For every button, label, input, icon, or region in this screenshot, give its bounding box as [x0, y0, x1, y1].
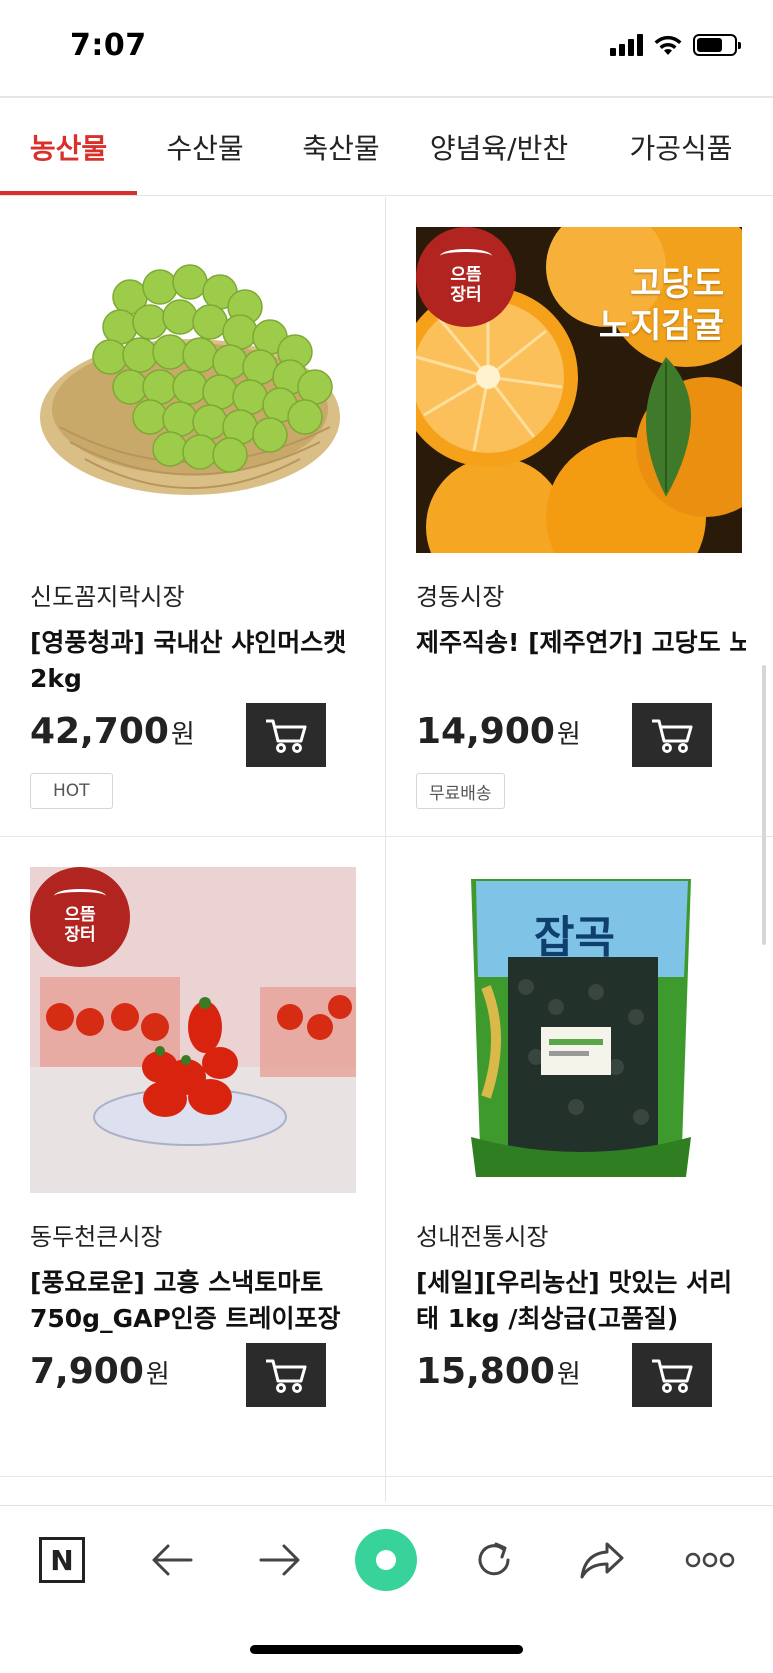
- badge-lettering: 장터: [64, 925, 96, 945]
- back-button[interactable]: [138, 1526, 206, 1594]
- product-image[interactable]: [30, 227, 356, 553]
- cart-icon: [266, 719, 307, 753]
- more-icon: [685, 1552, 735, 1568]
- cart-icon: [266, 1359, 307, 1393]
- badge-lettering: 으뜸: [64, 905, 96, 925]
- image-caption-line: 노지감귤: [598, 306, 724, 346]
- cart-icon: [652, 719, 693, 753]
- product-tag: HOT: [30, 773, 113, 809]
- price-value: 14,900: [416, 711, 555, 752]
- add-to-cart-button[interactable]: [632, 1343, 712, 1407]
- product-image[interactable]: 잡곡: [416, 867, 742, 1193]
- share-button[interactable]: [568, 1526, 636, 1594]
- bag-label-text: 잡곡: [534, 912, 615, 963]
- browser-toolbar: N: [0, 1505, 773, 1613]
- status-time: 7:07: [70, 28, 147, 63]
- status-bar: 7:07: [0, 0, 773, 96]
- category-tabs: 농산물 수산물 축산물 양념육/반찬 가공식품: [0, 98, 773, 196]
- scrollbar[interactable]: [762, 665, 766, 945]
- product-card[interactable]: 으뜸 장터 고당도 노지감귤 경동시장 제주직송! [제주연가] 고당도 노지감…: [386, 197, 772, 837]
- green-dot-icon: [355, 1529, 417, 1591]
- add-to-cart-button[interactable]: [632, 703, 712, 767]
- product-title[interactable]: 제주직송! [제주연가] 고당도 노지감귤 5kg/50과내외/대과: [416, 625, 746, 697]
- naver-logo-icon: N: [39, 1537, 85, 1583]
- grapes-basket-icon: [30, 227, 356, 553]
- reload-icon: [478, 1542, 510, 1576]
- currency-unit: 원: [556, 720, 581, 750]
- battery-icon: [693, 34, 741, 56]
- image-caption-line: 고당도: [630, 264, 724, 304]
- product-price: 14,900원: [416, 711, 581, 752]
- product-title[interactable]: [풍요로운] 고흥 스낵토마토 750g_GAP인증 트레이포장: [30, 1265, 360, 1337]
- market-name: 동두천큰시장: [30, 1223, 163, 1251]
- product-card[interactable]: 신도꼼지락시장 [영풍청과] 국내산 샤인머스캣 2kg 42,700원 HOT: [0, 197, 386, 837]
- green-dot-button[interactable]: [352, 1526, 420, 1594]
- product-price: 7,900원: [30, 1351, 170, 1392]
- cart-icon: [652, 1359, 693, 1393]
- add-to-cart-button[interactable]: [246, 703, 326, 767]
- badge-lettering: 장터: [450, 285, 482, 305]
- add-to-cart-button[interactable]: [246, 1343, 326, 1407]
- product-image[interactable]: 으뜸 장터: [30, 867, 356, 1193]
- roof-icon: [54, 889, 106, 903]
- price-value: 15,800: [416, 1351, 555, 1392]
- tab-seafood[interactable]: 수산물: [137, 98, 273, 196]
- product-card[interactable]: 잡곡 성내전통시장 [세일][우리농산] 맛있는 서리태 1kg /최상급(고품…: [386, 837, 772, 1477]
- tab-livestock[interactable]: 축산물: [273, 98, 409, 196]
- brand-badge: 으뜸 장터: [30, 867, 130, 967]
- product-tag: 무료배송: [416, 773, 505, 809]
- product-price: 15,800원: [416, 1351, 581, 1392]
- naver-home-button[interactable]: N: [28, 1526, 96, 1594]
- tab-agricultural[interactable]: 농산물: [0, 98, 137, 196]
- market-name: 신도꼼지락시장: [30, 583, 185, 611]
- status-icons: [610, 34, 741, 56]
- currency-unit: 원: [170, 720, 195, 750]
- product-card[interactable]: 으뜸 장터 동두천큰시장 [풍요로운] 고흥 스낵토마토 750g_GAP인증 …: [0, 837, 386, 1477]
- back-arrow-icon: [152, 1544, 193, 1576]
- tab-processed-food[interactable]: 가공식품: [589, 98, 773, 196]
- forward-arrow-icon: [259, 1544, 300, 1576]
- currency-unit: 원: [556, 1360, 581, 1390]
- more-button[interactable]: [676, 1526, 744, 1594]
- share-icon: [580, 1542, 624, 1579]
- product-title[interactable]: [영풍청과] 국내산 샤인머스캣 2kg: [30, 625, 360, 697]
- forward-button[interactable]: [246, 1526, 314, 1594]
- image-caption: 고당도 노지감귤: [599, 263, 724, 347]
- brand-badge: 으뜸 장터: [416, 227, 516, 327]
- currency-unit: 원: [145, 1360, 170, 1390]
- price-value: 7,900: [30, 1351, 144, 1392]
- home-indicator[interactable]: [250, 1645, 523, 1654]
- price-value: 42,700: [30, 711, 169, 752]
- reload-button[interactable]: [460, 1526, 528, 1594]
- badge-lettering: 으뜸: [450, 265, 482, 285]
- market-name: 경동시장: [416, 583, 505, 611]
- signal-icon: [610, 34, 643, 56]
- tab-marinated-side-dishes[interactable]: 양념육/반찬: [409, 98, 589, 196]
- market-name: 성내전통시장: [416, 1223, 549, 1251]
- wifi-icon: [654, 35, 682, 55]
- product-price: 42,700원: [30, 711, 195, 752]
- active-tab-indicator: [0, 191, 137, 195]
- product-image[interactable]: 으뜸 장터 고당도 노지감귤: [416, 227, 742, 553]
- roof-icon: [440, 249, 492, 263]
- product-title[interactable]: [세일][우리농산] 맛있는 서리태 1kg /최상급(고품질): [416, 1265, 746, 1337]
